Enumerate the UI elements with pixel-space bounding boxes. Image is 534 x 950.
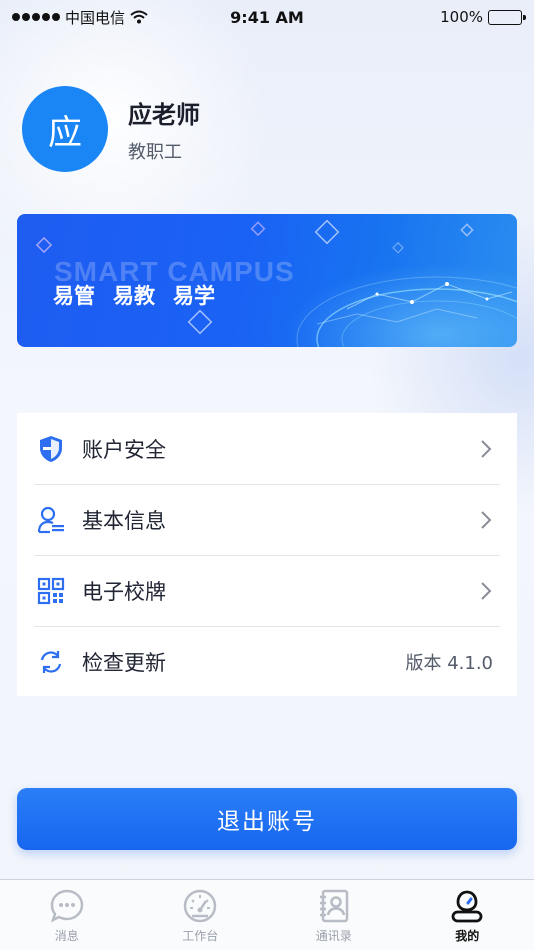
qr-code-icon: [37, 577, 65, 605]
wifi-icon: [130, 10, 148, 24]
user-name: 应老师: [128, 100, 200, 129]
shield-icon: [37, 435, 65, 463]
banner-slogan: 易学: [173, 284, 215, 308]
logout-button[interactable]: 退出账号: [17, 788, 517, 850]
menu-item-label: 检查更新: [82, 650, 166, 675]
banner-slogan: 易管: [53, 284, 95, 308]
tab-contacts[interactable]: 通讯录: [267, 880, 401, 950]
status-bar: 中国电信 9:41 AM 100%: [0, 0, 534, 34]
tab-label: 消息: [54, 929, 79, 943]
battery-icon: [488, 9, 526, 25]
user-info-icon: [37, 506, 65, 534]
signal-strength-icon: [12, 13, 60, 21]
menu-item-label: 电子校牌: [82, 579, 166, 604]
status-right: 100%: [440, 8, 526, 26]
tab-label: 我的: [455, 929, 480, 943]
contacts-book-icon: [319, 889, 348, 923]
tab-label: 工作台: [182, 929, 219, 943]
carrier-label: 中国电信: [65, 8, 126, 27]
refresh-icon: [37, 648, 65, 676]
banner-slogans: 易管 易教 易学: [53, 280, 215, 310]
tab-mine[interactable]: 我的: [401, 880, 534, 950]
chevron-right-icon: [481, 439, 492, 458]
battery-percent: 100%: [440, 8, 483, 26]
banner-slogan: 易教: [113, 284, 155, 308]
profile-text: 应老师 教职工: [128, 95, 200, 164]
menu-item-check-update[interactable]: 检查更新 版本 4.1.0: [17, 626, 517, 697]
chevron-right-icon: [481, 581, 492, 600]
menu-item-account-security[interactable]: 账户安全: [17, 413, 517, 484]
chat-bubble-icon: [50, 889, 84, 923]
user-role: 教职工: [128, 141, 182, 163]
profile-person-icon: [451, 890, 483, 923]
avatar[interactable]: 应: [22, 86, 108, 172]
menu-item-e-badge[interactable]: 电子校牌: [17, 555, 517, 626]
settings-menu: 账户安全 基本信息 电子校牌 检查更新 版本 4.1.0: [17, 413, 517, 696]
chevron-right-icon: [481, 510, 492, 529]
version-value: 版本 4.1.0: [405, 652, 493, 674]
menu-item-label: 账户安全: [82, 437, 166, 462]
tab-messages[interactable]: 消息: [0, 880, 134, 950]
smart-campus-banner[interactable]: SMART CAMPUS 易管 易教 易学: [17, 214, 517, 347]
menu-item-basic-info[interactable]: 基本信息: [17, 484, 517, 555]
dashboard-gauge-icon: [184, 889, 217, 923]
tab-label: 通讯录: [315, 929, 352, 943]
menu-item-label: 基本信息: [82, 508, 166, 533]
profile-header: 应 应老师 教职工: [22, 86, 200, 172]
status-left: 中国电信: [12, 7, 148, 28]
bottom-tab-bar: 消息 工作台 通讯录 我的: [0, 879, 534, 950]
tab-workbench[interactable]: 工作台: [134, 880, 268, 950]
